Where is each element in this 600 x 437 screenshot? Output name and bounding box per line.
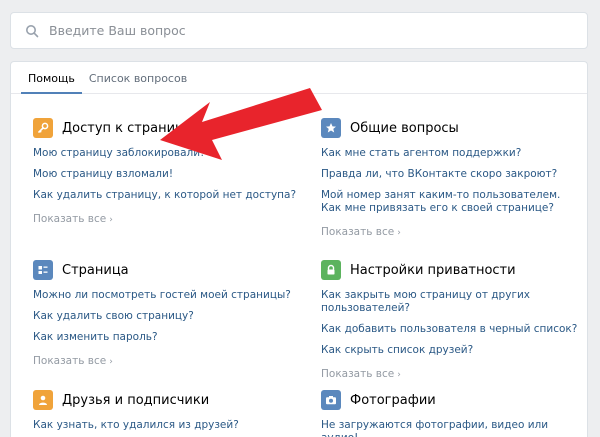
person-icon bbox=[33, 390, 53, 410]
search-box[interactable] bbox=[10, 12, 588, 49]
chevron-right-icon: › bbox=[109, 215, 113, 225]
faq-link[interactable]: Как удалить свою страницу? bbox=[33, 310, 313, 323]
chevron-right-icon: › bbox=[397, 370, 401, 380]
faq-link[interactable]: Как закрыть мою страницу от других польз… bbox=[321, 289, 581, 315]
chevron-right-icon: › bbox=[109, 357, 113, 367]
show-all-link[interactable]: Показать все › bbox=[321, 226, 401, 238]
show-all-link[interactable]: Показать все › bbox=[321, 368, 401, 380]
tab-questions-list[interactable]: Список вопросов bbox=[82, 62, 194, 94]
faq-link[interactable]: Мой номер занят каким-то пользователем. … bbox=[321, 189, 576, 215]
section-privacy-settings: Настройки приватности Как закрыть мою ст… bbox=[321, 259, 581, 380]
chevron-right-icon: › bbox=[397, 228, 401, 238]
section-friends-followers: Друзья и подписчики Как узнать, кто удал… bbox=[33, 389, 313, 437]
profile-card-icon bbox=[33, 260, 53, 280]
faq-link[interactable]: Как скрыть список друзей? bbox=[321, 344, 581, 357]
show-all-link[interactable]: Показать все › bbox=[33, 355, 113, 367]
help-panel: Помощь Список вопросов Доступ к странице… bbox=[10, 61, 588, 437]
faq-link[interactable]: Не загружаются фотографии, видео или ауд… bbox=[321, 419, 581, 437]
faq-link[interactable]: Как узнать, кто удалился из друзей? bbox=[33, 419, 313, 432]
faq-link[interactable]: Как мне стать агентом поддержки? bbox=[321, 147, 576, 160]
section-title: Настройки приватности bbox=[350, 262, 516, 278]
section-title: Доступ к странице bbox=[62, 120, 192, 136]
tab-help[interactable]: Помощь bbox=[21, 62, 82, 94]
faq-link[interactable]: Правда ли, что ВКонтакте скоро закроют? bbox=[321, 168, 576, 181]
section-title: Фотографии bbox=[350, 392, 436, 408]
faq-link[interactable]: Как удалить страницу, к которой нет дост… bbox=[33, 189, 313, 202]
section-general-questions: Общие вопросы Как мне стать агентом подд… bbox=[321, 117, 576, 238]
show-all-link[interactable]: Показать все › bbox=[33, 213, 113, 225]
faq-link[interactable]: Можно ли посмотреть гостей моей страницы… bbox=[33, 289, 313, 302]
section-photos: Фотографии Не загружаются фотографии, ви… bbox=[321, 389, 581, 437]
faq-link[interactable]: Мою страницу взломали! bbox=[33, 168, 313, 181]
section-title: Страница bbox=[62, 262, 129, 278]
tab-bar: Помощь Список вопросов bbox=[11, 62, 587, 94]
section-title: Общие вопросы bbox=[350, 120, 459, 136]
lock-icon bbox=[321, 260, 341, 280]
faq-link[interactable]: Как изменить пароль? bbox=[33, 331, 313, 344]
search-input[interactable] bbox=[49, 23, 587, 38]
faq-link[interactable]: Как добавить пользователя в черный списо… bbox=[321, 323, 581, 336]
star-icon bbox=[321, 118, 341, 138]
faq-link[interactable]: Мою страницу заблокировали! bbox=[33, 147, 313, 160]
key-icon bbox=[33, 118, 53, 138]
camera-icon bbox=[321, 390, 341, 410]
search-icon bbox=[25, 24, 39, 38]
section-profile: Страница Можно ли посмотреть гостей моей… bbox=[33, 259, 313, 367]
section-page-access: Доступ к странице Мою страницу заблокиро… bbox=[33, 117, 313, 225]
section-title: Друзья и подписчики bbox=[62, 392, 210, 408]
